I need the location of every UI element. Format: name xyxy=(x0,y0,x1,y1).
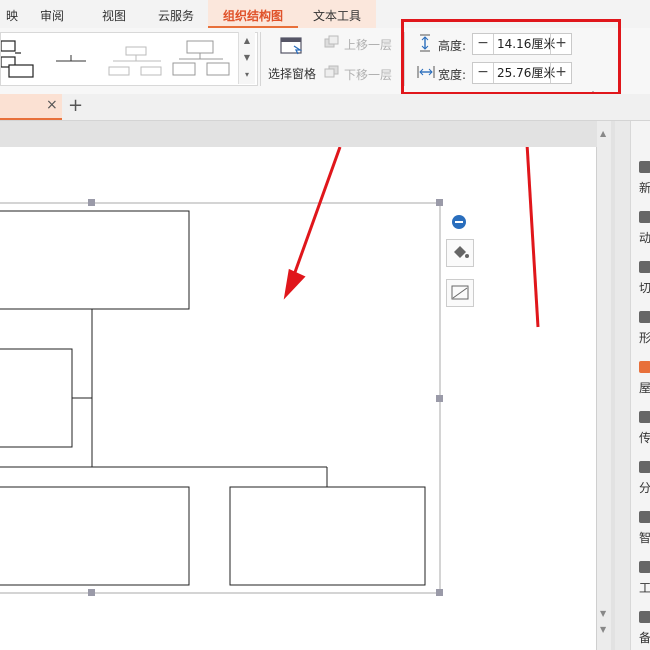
new-icon xyxy=(639,161,650,173)
slide-canvas: ▲ ▼ ▼ xyxy=(0,121,615,650)
layout-thumb-4 xyxy=(172,40,230,76)
panel-item-label: 新 xyxy=(639,181,650,195)
panel-item-tools[interactable]: 工 xyxy=(639,561,650,596)
select-pane-icon[interactable] xyxy=(280,36,304,56)
panel-item-label: 智 xyxy=(639,531,650,545)
select-pane-button[interactable]: 选择窗格 xyxy=(268,65,316,82)
panel-item-label: 切 xyxy=(639,281,650,295)
close-tab-icon[interactable]: × xyxy=(46,97,58,113)
move-up-icon xyxy=(324,35,340,49)
panel-item-label: 动 xyxy=(639,231,650,245)
org-box-child-2 xyxy=(229,486,426,586)
gallery-down-icon[interactable]: ▼ xyxy=(239,49,255,66)
org-box-top xyxy=(0,210,190,310)
gallery-up-icon[interactable]: ▲ xyxy=(239,32,255,49)
ribbon-divider xyxy=(260,32,261,86)
panel-item-animation[interactable]: 动 xyxy=(639,211,650,246)
panel-item-new[interactable]: 新 xyxy=(639,161,650,196)
panel-item-backup[interactable]: 备 xyxy=(639,611,650,646)
document-tab-bar: × + xyxy=(0,94,650,121)
menu-tab-view[interactable]: 视图 xyxy=(90,0,138,28)
outline-style-icon[interactable] xyxy=(446,279,474,307)
panel-item-label: 备 xyxy=(639,631,650,645)
scroll-down-page-icon[interactable]: ▼ xyxy=(600,625,606,634)
add-tab-icon[interactable]: + xyxy=(68,95,83,116)
move-down-icon xyxy=(324,65,340,79)
panel-item-label: 形 xyxy=(639,331,650,345)
fill-bucket-icon[interactable] xyxy=(446,239,474,267)
annotation-highlight-box xyxy=(401,19,621,95)
move-down-button[interactable]: 下移一层 xyxy=(344,66,392,83)
shape-icon xyxy=(639,311,650,323)
layout-thumb-2 xyxy=(56,55,86,62)
scroll-down-icon[interactable]: ▼ xyxy=(600,609,606,618)
org-chart[interactable] xyxy=(0,147,596,650)
panel-item-label: 屋 xyxy=(639,381,650,395)
annotation-arrows xyxy=(283,147,540,328)
slide-page[interactable] xyxy=(0,147,597,650)
panel-item-properties[interactable]: 屋 xyxy=(639,361,650,396)
panel-item-transition[interactable]: 切 xyxy=(639,261,650,296)
menu-tab-slideshow[interactable]: 映 xyxy=(0,0,24,28)
smart-icon xyxy=(639,511,650,523)
collapse-icon[interactable] xyxy=(452,215,466,229)
panel-item-transfer[interactable]: 传 xyxy=(639,411,650,446)
menu-tab-text-tools[interactable]: 文本工具 xyxy=(298,0,376,28)
gallery-scroll[interactable]: ▲ ▼ ▾ xyxy=(238,32,255,84)
menu-tab-review[interactable]: 审阅 xyxy=(28,0,76,28)
panel-item-shape[interactable]: 形 xyxy=(639,311,650,346)
vertical-scrollbar[interactable]: ▲ ▼ ▼ xyxy=(597,121,611,650)
layout-gallery xyxy=(0,32,258,86)
animation-icon xyxy=(639,211,650,223)
panel-item-label: 传 xyxy=(639,431,650,445)
transfer-icon xyxy=(639,411,650,423)
org-box-child-1 xyxy=(0,486,190,586)
panel-item-share[interactable]: 分 xyxy=(639,461,650,496)
share-icon xyxy=(639,461,650,473)
document-tab[interactable]: × xyxy=(0,94,62,120)
move-up-button[interactable]: 上移一层 xyxy=(344,36,392,53)
backup-icon xyxy=(639,611,650,623)
menu-tab-cloud[interactable]: 云服务 xyxy=(150,0,202,28)
right-task-panel: 新 动 切 形 屋 传 分 智 工 备 xyxy=(630,121,650,650)
gallery-more-icon[interactable]: ▾ xyxy=(239,66,255,83)
properties-icon xyxy=(639,361,650,373)
menu-tab-org-chart[interactable]: 组织结构图 xyxy=(208,0,298,28)
tools-icon xyxy=(639,561,650,573)
layout-thumb-1 xyxy=(0,40,34,78)
panel-item-label: 分 xyxy=(639,481,650,495)
panel-item-smart[interactable]: 智 xyxy=(639,511,650,546)
scroll-up-icon[interactable]: ▲ xyxy=(600,129,606,138)
org-box-assistant xyxy=(0,348,73,448)
layout-gallery-thumbnails[interactable] xyxy=(0,33,239,85)
transition-icon xyxy=(639,261,650,273)
panel-item-label: 工 xyxy=(639,581,650,595)
layout-thumb-3 xyxy=(108,46,162,76)
